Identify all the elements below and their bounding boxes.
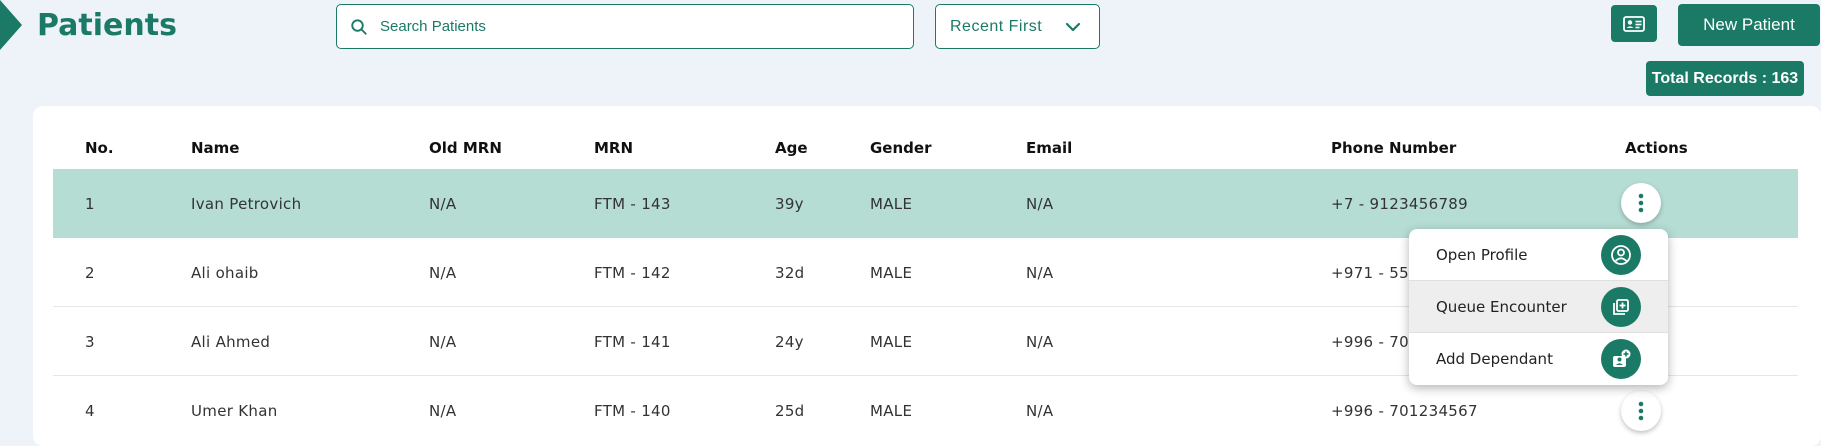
column-header-actions: Actions (1625, 139, 1688, 157)
queue-add-icon (1601, 287, 1641, 327)
menu-item-add-dependant[interactable]: Add Dependant (1409, 333, 1668, 385)
user-circle-icon (1601, 235, 1641, 275)
search-input[interactable] (378, 17, 913, 36)
cell-old-mrn: N/A (429, 333, 457, 351)
cell-phone: +996 - 701 (1331, 333, 1419, 351)
column-header-mrn: MRN (594, 139, 634, 157)
cell-old-mrn: N/A (429, 402, 457, 420)
cell-age: 39y (775, 195, 804, 213)
cell-no: 2 (85, 264, 95, 282)
column-header-old-mrn: Old MRN (429, 139, 502, 157)
column-header-name: Name (191, 139, 240, 157)
cell-phone: +996 - 701234567 (1331, 402, 1478, 420)
chevron-down-icon (1065, 22, 1081, 31)
new-patient-button[interactable]: New Patient (1678, 4, 1820, 46)
more-vertical-icon (1638, 193, 1644, 213)
more-vertical-icon (1638, 401, 1644, 421)
search-box[interactable] (336, 4, 914, 49)
column-header-email: Email (1026, 139, 1073, 157)
cell-age: 25d (775, 402, 805, 420)
cell-email: N/A (1026, 333, 1054, 351)
column-header-phone-number: Phone Number (1331, 139, 1457, 157)
cell-mrn: FTM - 141 (594, 333, 671, 351)
row-actions-button[interactable] (1621, 391, 1661, 431)
cell-old-mrn: N/A (429, 195, 457, 213)
cell-name: Ivan Petrovich (191, 195, 302, 213)
cell-mrn: FTM - 140 (594, 402, 671, 420)
page-title: Patients (37, 8, 177, 43)
column-header-gender: Gender (870, 139, 932, 157)
cell-gender: MALE (870, 264, 913, 282)
cell-name: Ali Ahmed (191, 333, 271, 351)
cell-mrn: FTM - 143 (594, 195, 671, 213)
cell-gender: MALE (870, 333, 913, 351)
cell-no: 3 (85, 333, 95, 351)
menu-item-label: Open Profile (1436, 246, 1528, 264)
menu-item-open-profile[interactable]: Open Profile (1409, 229, 1668, 281)
cell-no: 1 (85, 195, 95, 213)
cell-gender: MALE (870, 402, 913, 420)
cell-age: 24y (775, 333, 804, 351)
row-actions-menu: Open Profile Queue Encounter Add Dependa… (1409, 229, 1668, 385)
row-actions-button[interactable] (1621, 183, 1661, 223)
cell-name: Umer Khan (191, 402, 278, 420)
cell-phone: +971 - 559 (1331, 264, 1419, 282)
cell-phone: +7 - 9123456789 (1331, 195, 1468, 213)
menu-item-label: Queue Encounter (1436, 298, 1567, 316)
cell-email: N/A (1026, 195, 1054, 213)
table-row[interactable] (53, 376, 1798, 445)
cell-name: Ali ohaib (191, 264, 259, 282)
cell-old-mrn: N/A (429, 264, 457, 282)
title-marker (0, 0, 22, 50)
cell-age: 32d (775, 264, 805, 282)
add-dependant-icon (1601, 339, 1641, 379)
column-header-no: No. (85, 139, 114, 157)
cell-gender: MALE (870, 195, 913, 213)
id-card-button[interactable] (1611, 5, 1657, 42)
id-card-icon (1623, 15, 1645, 32)
cell-email: N/A (1026, 402, 1054, 420)
search-icon (351, 18, 367, 35)
menu-item-label: Add Dependant (1436, 350, 1553, 368)
cell-mrn: FTM - 142 (594, 264, 671, 282)
total-records-badge: Total Records : 163 (1646, 61, 1804, 96)
cell-no: 4 (85, 402, 95, 420)
column-header-age: Age (775, 139, 808, 157)
menu-item-queue-encounter[interactable]: Queue Encounter (1409, 281, 1668, 333)
sort-select-value: Recent First (950, 17, 1043, 35)
cell-email: N/A (1026, 264, 1054, 282)
sort-select[interactable]: Recent First (935, 4, 1100, 49)
table-row[interactable] (53, 169, 1798, 238)
